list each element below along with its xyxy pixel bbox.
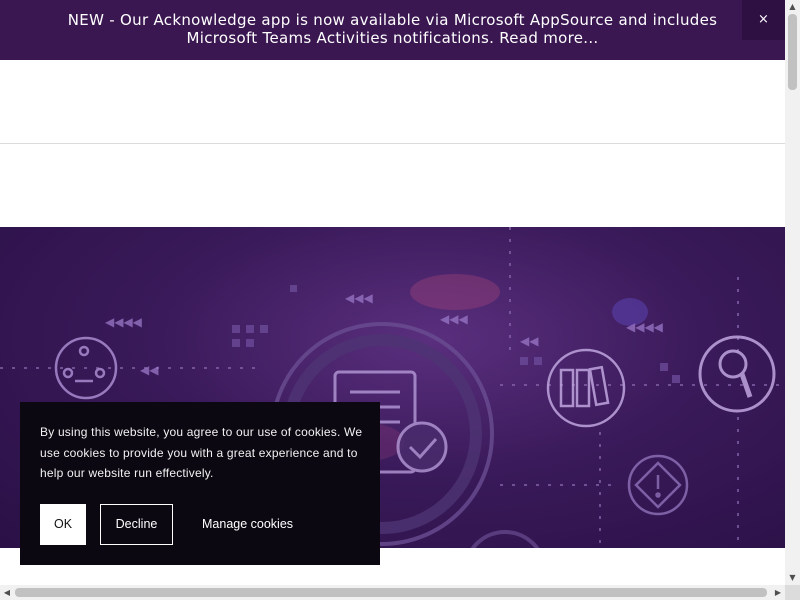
horizontal-scroll-thumb[interactable] [15,588,767,597]
announcement-text[interactable]: NEW - Our Acknowledge app is now availab… [40,11,745,47]
scroll-down-icon[interactable]: ▼ [785,571,800,585]
magnifier-icon [698,335,776,413]
scrollbar-corner [785,585,800,600]
site-header [0,60,785,144]
scroll-left-icon[interactable]: ◀ [0,585,14,600]
scroll-right-icon[interactable]: ▶ [771,585,785,600]
cookie-consent-panel: By using this website, you agree to our … [20,402,380,565]
svg-text:◀◀◀◀: ◀◀◀◀ [105,315,143,329]
scroll-up-icon[interactable]: ▲ [785,0,800,14]
announcement-banner: NEW - Our Acknowledge app is now availab… [0,0,785,60]
svg-text:◀◀◀: ◀◀◀ [345,291,373,305]
manage-cookies-button[interactable]: Manage cookies [202,504,293,545]
close-banner-button[interactable]: × [742,0,785,40]
decline-button[interactable]: Decline [100,504,173,545]
horizontal-scrollbar[interactable]: ◀ ▶ [0,585,785,600]
svg-text:◀◀◀◀: ◀◀◀◀ [626,320,664,334]
binders-icon [546,348,626,428]
cookie-message: By using this website, you agree to our … [40,425,363,480]
svg-text:◀◀◀: ◀◀◀ [440,312,468,326]
warning-diamond-icon [627,454,689,516]
vertical-scroll-thumb[interactable] [788,14,797,90]
svg-text:◀◀: ◀◀ [520,334,539,348]
site-navigation [0,144,785,227]
svg-text:◀◀: ◀◀ [140,363,159,377]
ok-button[interactable]: OK [40,504,86,545]
vertical-scrollbar[interactable]: ▲ ▼ [785,0,800,585]
